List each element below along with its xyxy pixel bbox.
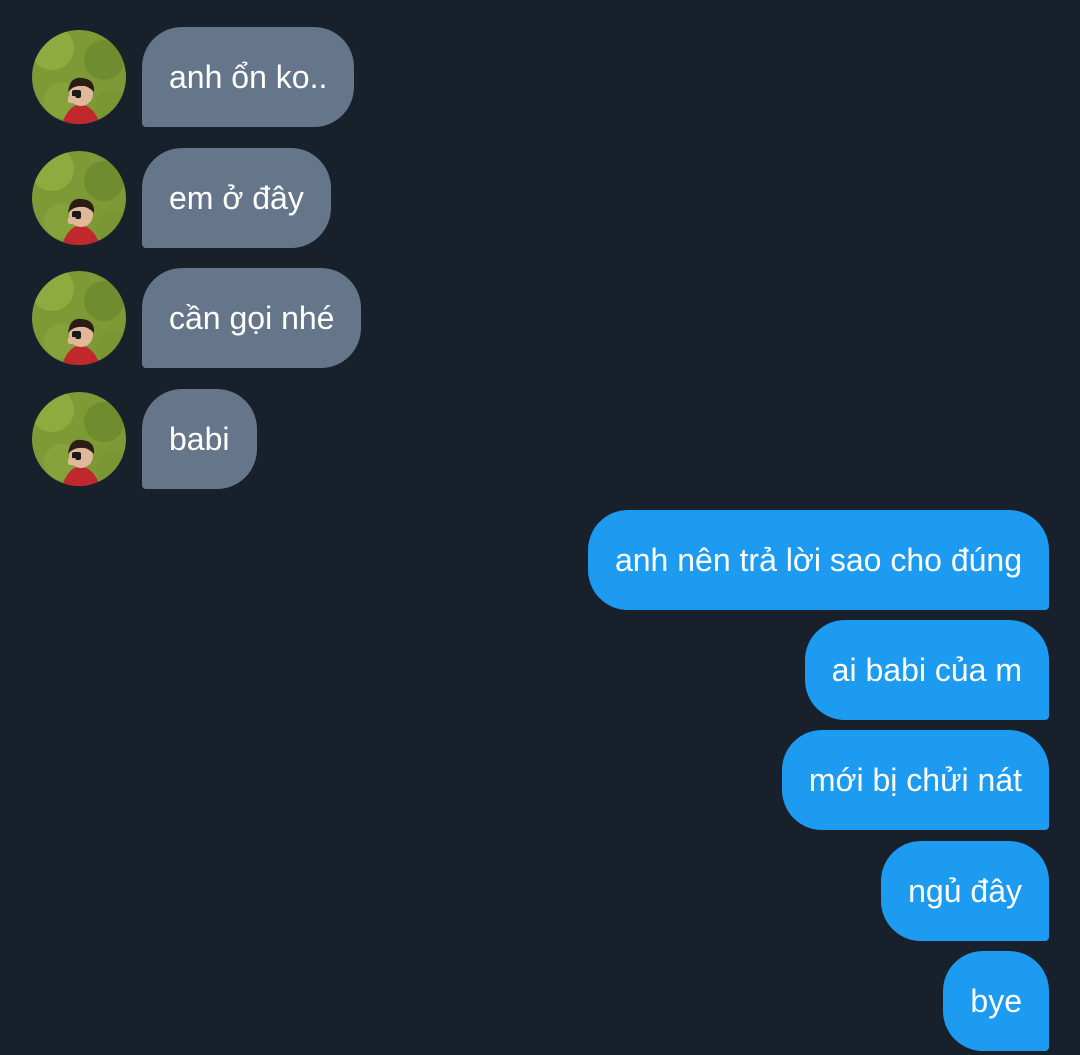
outgoing-message-bubble[interactable]: bye bbox=[943, 951, 1049, 1051]
outgoing-message-bubble[interactable]: ai babi của m bbox=[804, 620, 1049, 720]
outgoing-message-bubble[interactable]: anh nên trả lời sao cho đúng bbox=[587, 510, 1049, 610]
message-row-incoming: cần gọi nhé bbox=[32, 268, 362, 368]
message-row-outgoing: mới bị chửi nát bbox=[781, 730, 1049, 830]
avatar-photo bbox=[32, 30, 126, 124]
avatar[interactable] bbox=[32, 151, 126, 245]
avatar[interactable] bbox=[32, 30, 126, 124]
message-row-outgoing: ai babi của m bbox=[804, 620, 1049, 720]
message-row-incoming: em ở đây bbox=[32, 148, 331, 248]
message-row-outgoing: anh nên trả lời sao cho đúng bbox=[587, 510, 1049, 610]
avatar-photo bbox=[32, 151, 126, 245]
message-row-incoming: anh ổn ko.. bbox=[32, 27, 355, 127]
outgoing-message-bubble[interactable]: ngủ đây bbox=[881, 841, 1049, 941]
incoming-message-bubble[interactable]: cần gọi nhé bbox=[142, 268, 362, 368]
message-row-outgoing: bye bbox=[943, 951, 1049, 1051]
avatar-photo bbox=[32, 271, 126, 365]
message-row-incoming: babi bbox=[32, 389, 257, 489]
incoming-message-bubble[interactable]: anh ổn ko.. bbox=[142, 27, 355, 127]
incoming-message-bubble[interactable]: babi bbox=[142, 389, 257, 489]
avatar[interactable] bbox=[32, 392, 126, 486]
outgoing-message-bubble[interactable]: mới bị chửi nát bbox=[781, 730, 1049, 830]
avatar[interactable] bbox=[32, 271, 126, 365]
incoming-message-bubble[interactable]: em ở đây bbox=[142, 148, 331, 248]
message-row-outgoing: ngủ đây bbox=[881, 841, 1049, 941]
avatar-photo bbox=[32, 392, 126, 486]
